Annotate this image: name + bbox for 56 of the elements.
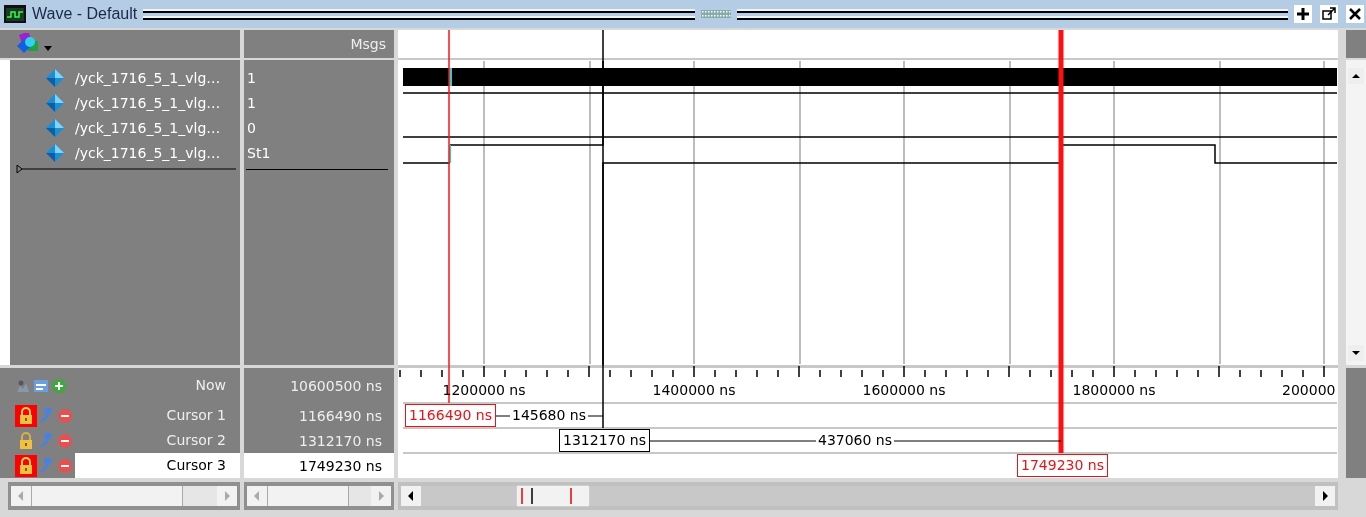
cursor-line[interactable] — [1058, 30, 1064, 453]
window-icon[interactable] — [33, 377, 49, 394]
signal-name[interactable]: /yck_1716_5_1_vlg… — [75, 119, 221, 136]
horizontal-scrollbar[interactable] — [398, 482, 1338, 510]
cursor-label[interactable]: Cursor 1 — [75, 403, 240, 428]
close-icon[interactable] — [1346, 5, 1364, 23]
cursor-time-label[interactable]: 1166490 ns — [405, 404, 496, 427]
remove-icon[interactable] — [57, 407, 73, 424]
time-label: 1800000 ns — [1072, 382, 1156, 398]
column-header: Msgs — [350, 36, 386, 52]
signal-name[interactable]: /yck_1716_5_1_vlg… — [75, 94, 221, 111]
cursor-line[interactable] — [448, 30, 450, 404]
cursor-label[interactable]: Cursor 2 — [75, 428, 240, 453]
cursor-time-label[interactable]: 1312170 ns — [559, 429, 650, 452]
scroll-down-button[interactable] — [1348, 345, 1364, 361]
diamond-icon — [45, 117, 65, 138]
vertical-scrollbar[interactable] — [1346, 60, 1366, 365]
cursor-label[interactable]: Cursor 3 — [75, 453, 240, 478]
signal-value: St1 — [247, 144, 271, 161]
cursor-time-label[interactable]: 1749230 ns — [1017, 454, 1108, 477]
diamond-icon — [45, 67, 65, 88]
cursor-line[interactable] — [602, 30, 604, 429]
cursor-value: 1312170 ns — [299, 432, 383, 449]
horizontal-scrollbar[interactable] — [8, 482, 240, 510]
scrollbar-corner — [1346, 30, 1366, 58]
now-label: Now — [194, 376, 227, 395]
signal-value: 0 — [247, 119, 256, 136]
undock-icon[interactable] — [1320, 5, 1338, 23]
remove-icon[interactable] — [57, 457, 73, 474]
cursor-value: 1166490 ns — [299, 407, 383, 424]
plus-icon[interactable] — [1294, 5, 1312, 23]
signal-name[interactable]: /yck_1716_5_1_vlg… — [75, 69, 221, 86]
remove-icon[interactable] — [57, 432, 73, 449]
layout-menu-button[interactable] — [16, 33, 52, 55]
time-label: 200000 — [1282, 382, 1336, 398]
window-icon — [4, 5, 26, 23]
signal-name[interactable]: /yck_1716_5_1_vlg… — [75, 144, 221, 161]
scrollbar-thumb[interactable] — [267, 486, 349, 506]
scrollbar-thumb[interactable] — [31, 486, 183, 506]
caret-icon — [44, 46, 52, 51]
time-label: 1400000 ns — [652, 382, 736, 398]
now-value: 10600500 ns — [290, 377, 383, 394]
time-label: 1600000 ns — [862, 382, 946, 398]
add-icon[interactable] — [51, 377, 67, 394]
lock-icon[interactable] — [15, 454, 37, 477]
horizontal-scrollbar[interactable] — [244, 482, 394, 510]
grip-dots-icon[interactable] — [700, 10, 731, 18]
signal-value: 1 — [247, 69, 256, 86]
signal-value: 1 — [247, 94, 256, 111]
lock-icon[interactable] — [15, 404, 37, 427]
window-title: Wave - Default — [32, 5, 138, 23]
diamond-icon — [45, 142, 65, 163]
scrollbar-thumb[interactable] — [516, 485, 590, 507]
scroll-up-button[interactable] — [1348, 68, 1364, 84]
diamond-icon — [45, 92, 65, 113]
cursor-value: 1749230 ns — [299, 457, 383, 474]
